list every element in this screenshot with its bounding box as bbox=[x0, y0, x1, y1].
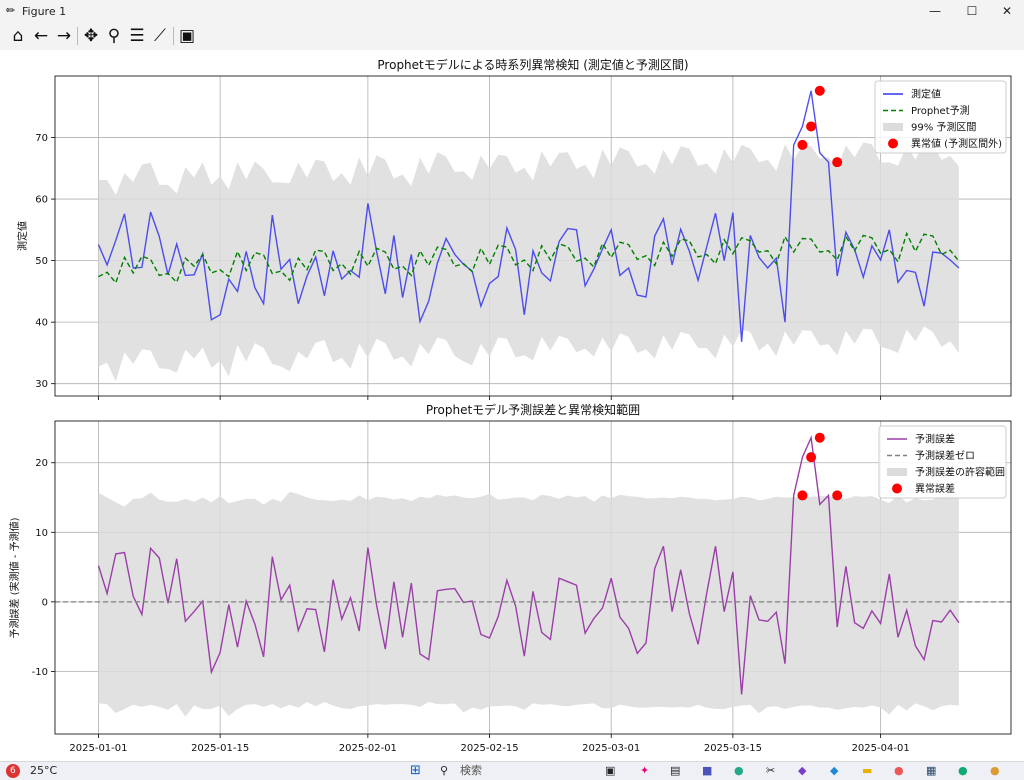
legend-label: Prophet予測 bbox=[911, 104, 970, 117]
weather-badge: 6 bbox=[6, 764, 20, 778]
back-icon[interactable]: ← bbox=[30, 25, 52, 47]
y-tick-label: 20 bbox=[35, 458, 48, 469]
window-titlebar: ✏ Figure 1 — ☐ ✕ bbox=[0, 0, 1024, 22]
store-icon[interactable]: ▦ bbox=[926, 764, 936, 778]
anomaly-point bbox=[814, 85, 825, 96]
search-icon[interactable]: ⚲ bbox=[440, 764, 448, 778]
y-tick-label: 10 bbox=[35, 528, 48, 539]
figure-canvas: Prophetモデルによる時系列異常検知 (測定値と予測区間) 測定値 30 40… bbox=[0, 50, 1024, 761]
legend-label: 99% 予測区間 bbox=[911, 121, 976, 134]
y-tick-label: 0 bbox=[42, 597, 48, 608]
legend-label: 予測誤差 bbox=[915, 433, 955, 446]
chart-top: Prophetモデルによる時系列異常検知 (測定値と予測区間) 測定値 30 40… bbox=[16, 57, 1012, 400]
legend-label: 異常誤差 bbox=[915, 482, 955, 495]
minimize-button[interactable]: — bbox=[918, 0, 952, 22]
teams-icon[interactable]: ■ bbox=[702, 764, 712, 778]
plot-area-bottom: 2025-01-01 2025-01-15 2025-02-01 2025-02-15… bbox=[32, 420, 1012, 754]
task-view-icon[interactable]: ▣ bbox=[605, 764, 615, 778]
matplotlib-app-icon: ✏ bbox=[6, 4, 16, 17]
y-tick-label: 40 bbox=[35, 318, 48, 329]
x-tick-label: 2025-03-15 bbox=[704, 743, 762, 754]
firefox-icon[interactable]: ● bbox=[894, 764, 904, 778]
navigation-toolbar: ⌂ ← → ✥ ⚲ ☰ ⟋ ▣ bbox=[0, 22, 1024, 51]
maximize-button[interactable]: ☐ bbox=[955, 0, 989, 22]
snipping-icon[interactable]: ✂ bbox=[766, 764, 775, 778]
edge-icon[interactable]: ● bbox=[734, 764, 744, 778]
legend-band-key bbox=[887, 468, 907, 476]
anomaly-point bbox=[797, 139, 808, 150]
x-tick-label: 2025-01-01 bbox=[69, 743, 127, 754]
y-axis-label-top: 測定値 bbox=[16, 221, 29, 251]
y-tick-label: 30 bbox=[35, 379, 48, 390]
window-title: Figure 1 bbox=[22, 5, 67, 18]
y-tick-label: 60 bbox=[35, 195, 48, 206]
x-tick-label: 2025-02-01 bbox=[339, 743, 397, 754]
y-tick-label: 50 bbox=[35, 256, 48, 267]
edit-axis-icon[interactable]: ⟋ bbox=[149, 25, 171, 47]
configure-subplots-icon[interactable]: ☰ bbox=[126, 25, 148, 47]
anomaly-point bbox=[806, 121, 817, 132]
weather-temperature[interactable]: 25°C bbox=[30, 764, 57, 778]
anomaly-point bbox=[814, 432, 825, 443]
legend-marker-key bbox=[892, 483, 902, 494]
y-tick-label: -10 bbox=[32, 667, 48, 678]
legend-label: 測定値 bbox=[911, 88, 941, 101]
anomaly-point bbox=[806, 452, 817, 463]
figure-svg: Prophetモデルによる時系列異常検知 (測定値と予測区間) 測定値 30 40… bbox=[8, 57, 1012, 754]
x-tick-label: 2025-03-01 bbox=[582, 743, 640, 754]
close-button[interactable]: ✕ bbox=[990, 0, 1024, 22]
toolbar-separator bbox=[77, 27, 78, 45]
taskbar-search-input[interactable]: 検索 bbox=[460, 764, 482, 778]
x-tick-label: 2025-04-01 bbox=[852, 743, 910, 754]
save-icon[interactable]: ▣ bbox=[176, 25, 198, 47]
legend-bottom: 予測誤差予測誤差ゼロ予測誤差の許容範囲異常誤差 bbox=[878, 425, 1007, 499]
chrome-icon[interactable]: ● bbox=[990, 764, 1000, 778]
legend-band-key bbox=[883, 123, 903, 131]
legend-label: 異常値 (予測区間外) bbox=[911, 137, 1002, 150]
home-icon[interactable]: ⌂ bbox=[7, 25, 29, 47]
chart-bottom: Prophetモデル予測誤差と異常検知範囲 予測誤差 (実測値 - 予測値) 2… bbox=[8, 402, 1012, 754]
forward-icon[interactable]: → bbox=[53, 25, 75, 47]
pan-icon[interactable]: ✥ bbox=[80, 25, 102, 47]
visual-studio-icon[interactable]: ◆ bbox=[798, 764, 806, 778]
chart-title-bottom: Prophetモデル予測誤差と異常検知範囲 bbox=[426, 402, 640, 417]
anomaly-point bbox=[797, 490, 808, 501]
anomaly-point bbox=[832, 490, 843, 501]
plot-area-top: 30 40 50 60 70 bbox=[35, 75, 1012, 400]
x-tick-label: 2025-01-15 bbox=[191, 743, 249, 754]
legend-top: 測定値 Prophet予測 99% 予測区間異常値 (予測区間外) bbox=[874, 80, 1007, 154]
explorer-icon[interactable]: ▬ bbox=[862, 764, 872, 778]
anomaly-point bbox=[832, 157, 843, 168]
browser-icon[interactable]: ● bbox=[958, 764, 968, 778]
toolbar-separator bbox=[173, 27, 174, 45]
copilot-icon[interactable]: ✦ bbox=[640, 764, 649, 778]
start-icon[interactable]: ⊞ bbox=[410, 764, 421, 778]
notes-icon[interactable]: ▤ bbox=[670, 764, 680, 778]
legend-label: 予測誤差の許容範囲 bbox=[915, 466, 1005, 479]
y-axis-label-bottom: 予測誤差 (実測値 - 予測値) bbox=[8, 517, 21, 638]
zoom-icon[interactable]: ⚲ bbox=[103, 25, 125, 47]
y-tick-label: 70 bbox=[35, 133, 48, 144]
x-tick-label: 2025-02-15 bbox=[460, 743, 518, 754]
legend-label: 予測誤差ゼロ bbox=[915, 449, 975, 462]
legend-marker-key bbox=[888, 138, 898, 149]
vscode-icon[interactable]: ◆ bbox=[830, 764, 838, 778]
chart-title-top: Prophetモデルによる時系列異常検知 (測定値と予測区間) bbox=[377, 57, 688, 72]
windows-taskbar: 6 25°C ⊞ ⚲ 検索 ▣ ✦ ▤ ■ ● ✂ ◆ ◆ ▬ ● ▦ ● ● bbox=[0, 761, 1024, 780]
